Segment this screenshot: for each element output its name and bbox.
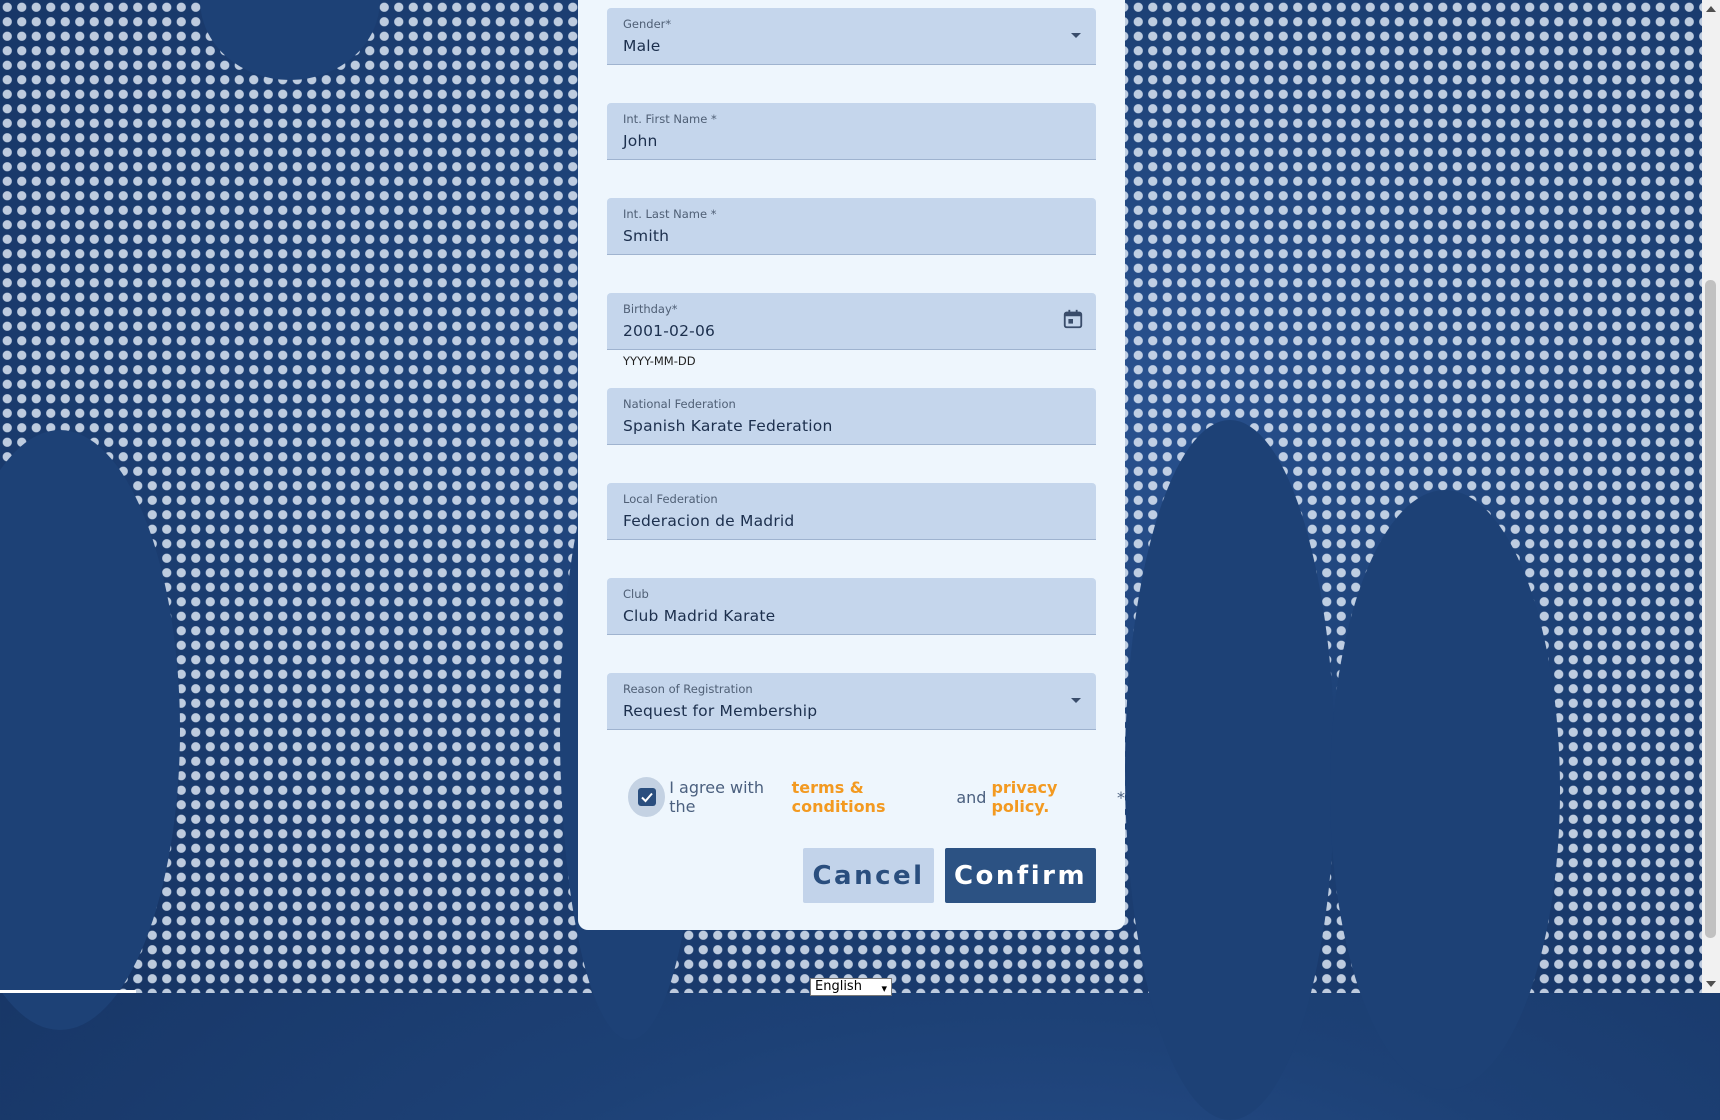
agree-checkbox[interactable] bbox=[628, 777, 666, 817]
agreement-row: I agree with the terms & conditions and … bbox=[628, 775, 1125, 819]
agree-prefix-text: I agree with the bbox=[669, 778, 764, 816]
birthday-field[interactable]: Birthday* 2001-02-06 bbox=[607, 293, 1096, 350]
chevron-down-icon bbox=[1071, 33, 1081, 38]
first-name-field[interactable]: Int. First Name * John bbox=[607, 103, 1096, 160]
confirm-button[interactable]: Confirm bbox=[945, 848, 1096, 903]
calendar-icon[interactable] bbox=[1062, 308, 1084, 330]
registration-form-card: Gender* Male Int. First Name * John Int.… bbox=[578, 0, 1125, 930]
local-federation-label: Local Federation bbox=[623, 492, 718, 506]
map-ocean-region bbox=[1125, 420, 1335, 1120]
chevron-down-icon: ▾ bbox=[881, 982, 887, 995]
first-name-label: Int. First Name * bbox=[623, 112, 717, 126]
map-ocean-region bbox=[1330, 490, 1560, 1090]
last-name-value: Smith bbox=[623, 227, 670, 245]
language-select[interactable]: English ▾ bbox=[810, 978, 892, 996]
gender-label: Gender* bbox=[623, 17, 672, 31]
club-field[interactable]: Club Club Madrid Karate bbox=[607, 578, 1096, 635]
national-federation-value: Spanish Karate Federation bbox=[623, 417, 833, 435]
birthday-value: 2001-02-06 bbox=[623, 322, 716, 340]
scrollbar-thumb[interactable] bbox=[1705, 280, 1716, 938]
birthday-label: Birthday* bbox=[623, 302, 678, 316]
cancel-button[interactable]: Cancel bbox=[803, 848, 934, 903]
last-name-field[interactable]: Int. Last Name * Smith bbox=[607, 198, 1096, 255]
privacy-policy-link[interactable]: privacy policy. bbox=[991, 778, 1112, 816]
agree-middle-text: and bbox=[956, 787, 987, 807]
local-federation-field[interactable]: Local Federation Federacion de Madrid bbox=[607, 483, 1096, 540]
required-asterisk: * bbox=[1117, 787, 1125, 807]
scroll-down-arrow-icon[interactable] bbox=[1706, 981, 1716, 987]
reason-value: Request for Membership bbox=[623, 702, 818, 720]
scroll-up-arrow-icon[interactable] bbox=[1706, 6, 1716, 12]
last-name-label: Int. Last Name * bbox=[623, 207, 717, 221]
chevron-down-icon bbox=[1071, 698, 1081, 703]
first-name-value: John bbox=[623, 132, 658, 150]
gender-value: Male bbox=[623, 37, 661, 55]
national-federation-label: National Federation bbox=[623, 397, 736, 411]
gender-select[interactable]: Gender* Male bbox=[607, 8, 1096, 65]
terms-link[interactable]: terms & conditions bbox=[792, 778, 952, 816]
club-label: Club bbox=[623, 587, 649, 601]
reason-select[interactable]: Reason of Registration Request for Membe… bbox=[607, 673, 1096, 730]
club-value: Club Madrid Karate bbox=[623, 607, 776, 625]
checkmark-icon bbox=[637, 788, 656, 806]
national-federation-field[interactable]: National Federation Spanish Karate Feder… bbox=[607, 388, 1096, 445]
vertical-scrollbar[interactable] bbox=[1702, 0, 1720, 993]
local-federation-value: Federacion de Madrid bbox=[623, 512, 795, 530]
birthday-format-hint: YYYY-MM-DD bbox=[623, 354, 696, 368]
language-value: English bbox=[815, 979, 862, 994]
reason-label: Reason of Registration bbox=[623, 682, 753, 696]
